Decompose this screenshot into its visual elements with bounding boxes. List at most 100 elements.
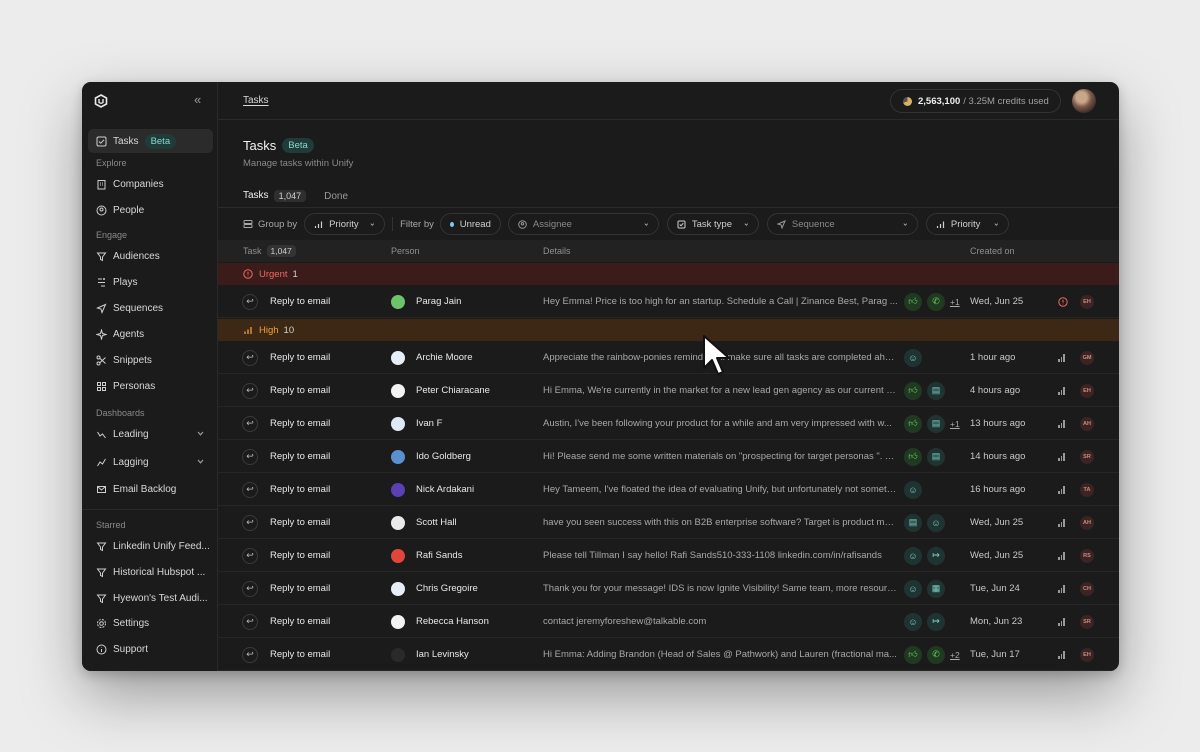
group-by-priority-select[interactable]: Priority (304, 213, 386, 235)
calendar-icon[interactable]: ▦ (927, 579, 945, 598)
table-row[interactable]: ↩ Reply to email Rebecca Hanson contact … (218, 605, 1119, 638)
reply-icon[interactable]: ↩ (242, 481, 258, 498)
person-name[interactable]: Rebecca Hanson (416, 605, 489, 638)
person-name[interactable]: Scott Hall (416, 506, 457, 539)
sidebar-item-personas[interactable]: Personas (88, 374, 213, 398)
table-row[interactable]: ↩ Reply to email Peter Chiaracane Hi Emm… (218, 374, 1119, 407)
sidebar-item-leading[interactable]: Leading (88, 422, 213, 446)
table-row[interactable]: ↩ Reply to email Nick Ardakani Hey Tamee… (218, 473, 1119, 506)
reply-icon[interactable]: ↩ (242, 580, 258, 597)
sequence-select[interactable]: Sequence (766, 213, 918, 235)
group-header-high[interactable]: High 10 (218, 319, 1119, 341)
avatar[interactable] (1072, 89, 1096, 113)
reply-icon[interactable]: ↩ (242, 646, 258, 663)
owner-avatar[interactable]: EH (1080, 647, 1094, 662)
phone-icon[interactable]: ✆ (927, 645, 945, 664)
message-icon[interactable]: ▤ (904, 513, 922, 532)
chevron-down-icon[interactable] (196, 429, 205, 438)
table-row[interactable]: ↩ Reply to email Chris Gregoire Thank yo… (218, 572, 1119, 605)
sidebar-item-starred-2[interactable]: Historical Hubspot ... (88, 560, 213, 584)
sidebar-item-snippets[interactable]: Snippets (88, 348, 213, 372)
sidebar-item-sequences[interactable]: Sequences (88, 296, 213, 320)
person-name[interactable]: Archie Moore (416, 341, 473, 374)
sidebar-item-agents[interactable]: Agents (88, 322, 213, 346)
message-icon[interactable]: ▤ (927, 414, 945, 433)
sidebar-item-support[interactable]: Support (88, 637, 213, 661)
table-row[interactable]: ↩ Reply to email Archie Moore Appreciate… (218, 341, 1119, 374)
reply-icon[interactable]: ↩ (242, 547, 258, 564)
column-header-created[interactable]: Created on (970, 246, 1015, 256)
sidebar-item-email-backlog[interactable]: Email Backlog (88, 477, 213, 501)
thumbs-up-icon[interactable]: 👍︎ (904, 414, 922, 433)
priority-filter-select[interactable]: Priority (925, 213, 1009, 235)
person-name[interactable]: Rafi Sands (416, 539, 462, 572)
owner-avatar[interactable]: CH (1080, 581, 1094, 596)
table-row[interactable]: ↩ Reply to email Ido Goldberg Hi! Please… (218, 440, 1119, 473)
assignee-select[interactable]: Assignee (507, 213, 659, 235)
reply-icon[interactable]: ↩ (242, 293, 258, 310)
collapse-sidebar-icon[interactable]: « (194, 93, 201, 106)
person-name[interactable]: Ian Levinsky (416, 638, 469, 671)
more-actions-link[interactable]: +1 (950, 415, 960, 433)
sidebar-item-tasks[interactable]: Tasks Beta (88, 129, 213, 153)
smile-icon[interactable]: ☺ (904, 579, 922, 598)
sidebar-item-starred-1[interactable]: Linkedin Unify Feed... (88, 534, 213, 558)
table-row[interactable]: ↩ Reply to email Ivan F Austin, I've bee… (218, 407, 1119, 440)
smile-icon[interactable]: ☺ (927, 513, 945, 532)
person-name[interactable]: Nick Ardakani (416, 473, 474, 506)
chevron-down-icon[interactable] (196, 457, 205, 466)
thumbs-up-icon[interactable]: 👍︎ (904, 292, 922, 311)
person-name[interactable]: Ido Goldberg (416, 440, 471, 473)
smile-icon[interactable]: ☺ (904, 480, 922, 499)
column-header-task[interactable]: Task 1,047 (243, 245, 296, 257)
owner-avatar[interactable]: GM (1080, 350, 1094, 365)
smile-icon[interactable]: ☺ (904, 612, 922, 631)
thumbs-up-icon[interactable]: 👍︎ (904, 447, 922, 466)
thumbs-up-icon[interactable]: 👍︎ (904, 381, 922, 400)
arrow-icon[interactable]: ↦ (927, 546, 945, 565)
unread-filter[interactable]: Unread (439, 213, 501, 235)
reply-icon[interactable]: ↩ (242, 382, 258, 399)
owner-avatar[interactable]: EH (1080, 383, 1094, 398)
tab-done[interactable]: Done (324, 184, 348, 208)
task-type-select[interactable]: Task type (666, 213, 759, 235)
phone-icon[interactable]: ✆ (927, 292, 945, 311)
more-actions-link[interactable]: +2 (950, 646, 960, 664)
owner-avatar[interactable]: RS (1080, 548, 1094, 563)
reply-icon[interactable]: ↩ (242, 613, 258, 630)
table-row[interactable]: ↩ Reply to email Ian Levinsky Hi Emma: A… (218, 638, 1119, 671)
smile-icon[interactable]: ☺ (904, 348, 922, 367)
smile-icon[interactable]: ☺ (904, 546, 922, 565)
table-row[interactable]: ↩ Reply to email Parag Jain Hey Emma! Pr… (218, 285, 1119, 318)
table-row[interactable]: ↩ Reply to email Rafi Sands Please tell … (218, 539, 1119, 572)
owner-avatar[interactable]: AH (1080, 416, 1094, 431)
credits-usage[interactable]: 2,563,100 / 3.25M credits used (890, 89, 1061, 113)
owner-avatar[interactable]: SR (1080, 449, 1094, 464)
group-header-urgent[interactable]: Urgent 1 (218, 263, 1119, 285)
sidebar-item-plays[interactable]: Plays (88, 270, 213, 294)
person-name[interactable]: Ivan F (416, 407, 442, 440)
sidebar-item-people[interactable]: People (88, 198, 213, 222)
sidebar-item-starred-3[interactable]: Hyewon's Test Audi... (88, 586, 213, 610)
column-header-person[interactable]: Person (391, 246, 420, 256)
person-name[interactable]: Peter Chiaracane (416, 374, 490, 407)
reply-icon[interactable]: ↩ (242, 514, 258, 531)
message-icon[interactable]: ▤ (927, 381, 945, 400)
owner-avatar[interactable]: SR (1080, 614, 1094, 629)
unify-logo-icon[interactable] (94, 94, 108, 108)
reply-icon[interactable]: ↩ (242, 415, 258, 432)
sidebar-item-settings[interactable]: Settings (88, 611, 213, 635)
message-icon[interactable]: ▤ (927, 447, 945, 466)
breadcrumb[interactable]: Tasks (243, 95, 269, 106)
reply-icon[interactable]: ↩ (242, 349, 258, 366)
sidebar-item-audiences[interactable]: Audiences (88, 244, 213, 268)
person-name[interactable]: Chris Gregoire (416, 572, 478, 605)
owner-avatar[interactable]: AH (1080, 515, 1094, 530)
owner-avatar[interactable]: EH (1080, 294, 1094, 309)
tab-tasks[interactable]: Tasks 1,047 (243, 184, 307, 208)
owner-avatar[interactable]: TA (1080, 482, 1094, 497)
arrow-icon[interactable]: ↦ (927, 612, 945, 631)
person-name[interactable]: Parag Jain (416, 285, 461, 318)
sidebar-item-lagging[interactable]: Lagging (88, 450, 213, 474)
more-actions-link[interactable]: +1 (950, 293, 960, 311)
